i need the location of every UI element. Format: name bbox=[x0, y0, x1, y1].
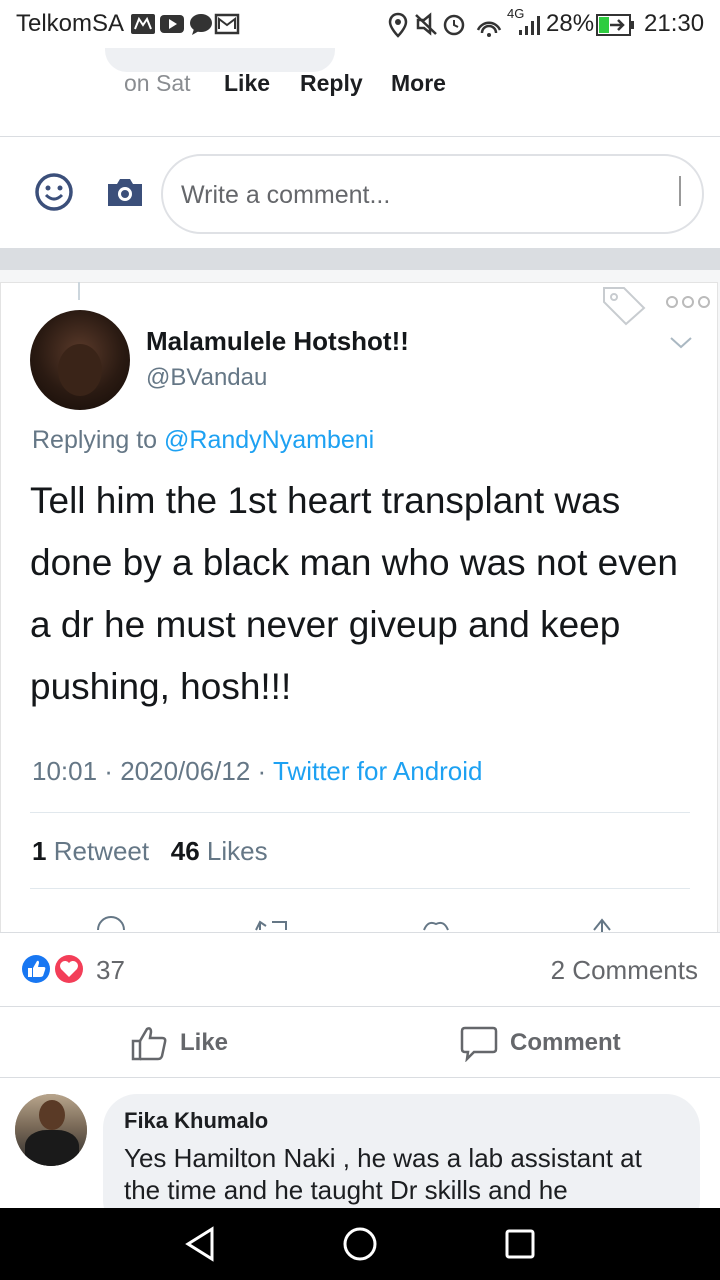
reaction-count[interactable]: 37 bbox=[96, 955, 125, 986]
tag-icon bbox=[603, 287, 646, 326]
thread-line bbox=[78, 282, 80, 300]
reaction-icons[interactable] bbox=[18, 951, 88, 987]
tweet-divider bbox=[30, 812, 690, 813]
tweet-meta: 10:01 · 2020/06/12 · Twitter for Android bbox=[32, 756, 483, 786]
replying-prefix: Replying to bbox=[32, 426, 158, 454]
comment-button[interactable]: Comment bbox=[460, 1021, 621, 1065]
tweet-author-handle: @BVandau bbox=[146, 364, 268, 391]
retweet-label: Retweet bbox=[53, 836, 150, 866]
recents-icon[interactable] bbox=[504, 1228, 536, 1260]
battery-icon bbox=[596, 14, 634, 36]
replying-to-handle: @RandyNyambeni bbox=[164, 426, 375, 454]
more-comment-link[interactable]: More bbox=[391, 70, 446, 97]
previous-comment-bubble bbox=[105, 48, 335, 72]
tweet-time: 10:01 bbox=[32, 756, 98, 786]
thumbs-up-icon bbox=[131, 1027, 167, 1061]
divider bbox=[0, 248, 720, 270]
reactions-bar: 37 2 Comments bbox=[0, 932, 720, 1006]
like-button[interactable]: Like bbox=[130, 1021, 228, 1065]
signal-icon bbox=[519, 16, 540, 35]
status-bar: TelkomSA 4G 28% 21:30 bbox=[0, 0, 720, 50]
tweet-author-avatar bbox=[30, 310, 130, 410]
reply-comment-link[interactable]: Reply bbox=[300, 70, 363, 97]
replying-to: Replying to @RandyNyambeni bbox=[32, 426, 374, 455]
commenter-avatar[interactable] bbox=[15, 1094, 87, 1166]
chevron-down-icon bbox=[670, 337, 692, 349]
carrier-name: TelkomSA bbox=[16, 10, 125, 37]
text-caret bbox=[679, 176, 681, 206]
comment-icon bbox=[460, 1026, 498, 1062]
comment-text: Yes Hamilton Naki , he was a lab assista… bbox=[124, 1143, 642, 1205]
commenter-name[interactable]: Fika Khumalo bbox=[124, 1108, 268, 1134]
like-button-label: Like bbox=[180, 1029, 229, 1056]
tweet-source: Twitter for Android bbox=[272, 756, 483, 786]
android-nav-bar bbox=[0, 1208, 720, 1280]
retweet-count: 1 bbox=[32, 836, 47, 866]
previous-comment-time: on Sat bbox=[124, 70, 191, 96]
likes-count: 46 bbox=[170, 836, 200, 866]
back-icon[interactable] bbox=[184, 1226, 216, 1262]
likes-label: Likes bbox=[206, 836, 268, 866]
tweet-action-icons bbox=[97, 916, 611, 932]
comment-input[interactable]: Write a comment... bbox=[161, 154, 704, 234]
notification-icons bbox=[131, 13, 240, 35]
like-comment-link[interactable]: Like bbox=[224, 70, 270, 97]
previous-comment-actions: on Sat Like Reply More bbox=[0, 48, 720, 136]
comment-placeholder: Write a comment... bbox=[181, 181, 391, 209]
tweet-stats: 1 Retweet 46 Likes bbox=[32, 836, 268, 867]
tweet-divider bbox=[30, 888, 690, 889]
tweet-author-name: Malamulele Hotshot!! bbox=[146, 326, 409, 356]
camera-icon[interactable] bbox=[106, 176, 144, 208]
emoji-icon[interactable] bbox=[34, 172, 74, 212]
tweet-date: 2020/06/12 bbox=[120, 756, 251, 786]
post-actions: Like Comment bbox=[0, 1006, 720, 1078]
battery-percent: 28% bbox=[546, 10, 595, 37]
comment-composer: Write a comment... bbox=[0, 136, 720, 248]
comment-button-label: Comment bbox=[510, 1029, 621, 1056]
home-icon[interactable] bbox=[342, 1226, 378, 1262]
tweet-text: Tell him the 1st heart transplant was do… bbox=[30, 480, 678, 707]
clock: 21:30 bbox=[644, 10, 705, 37]
comments-count[interactable]: 2 Comments bbox=[551, 955, 698, 986]
comment: Fika Khumalo Yes Hamilton Naki , he was … bbox=[0, 1078, 720, 1234]
more-options-icon[interactable] bbox=[664, 294, 712, 310]
